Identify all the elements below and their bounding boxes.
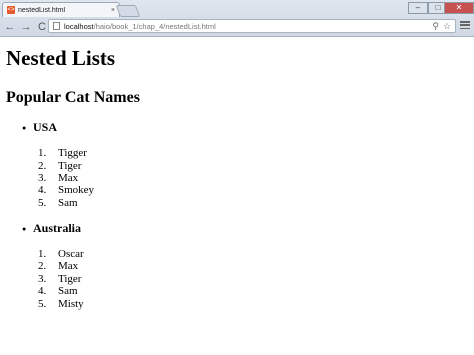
list-item: 2. Max bbox=[38, 261, 78, 272]
hamburger-menu-icon[interactable] bbox=[460, 20, 470, 30]
reload-icon[interactable]: C bbox=[35, 20, 49, 34]
browser-chrome: <> nestedList.html × – □ ✕ ← → C localho… bbox=[0, 0, 474, 37]
item-number: 5. bbox=[38, 298, 47, 310]
list-item: 5. Sam bbox=[38, 198, 78, 209]
list-item: 3. Max bbox=[38, 173, 78, 184]
browser-toolbar: ← → C localhost/haio/book_1/chap_4/neste… bbox=[0, 17, 474, 36]
item-number: 4. bbox=[38, 184, 47, 196]
list-item: 3. Tiger bbox=[38, 274, 81, 285]
list-item: 2. Tiger bbox=[38, 161, 81, 172]
html-file-icon: <> bbox=[7, 6, 15, 14]
item-name: Smokey bbox=[58, 184, 95, 196]
list-item: 5. Misty bbox=[38, 299, 84, 310]
list-bullet: ● bbox=[22, 124, 27, 132]
item-number: 5. bbox=[38, 197, 47, 209]
zoom-icon[interactable]: ⚲ bbox=[432, 21, 439, 32]
item-number: 2. bbox=[38, 160, 47, 172]
page-subtitle: Popular Cat Names bbox=[6, 89, 140, 106]
page-title: Nested Lists bbox=[6, 46, 116, 70]
new-tab-button[interactable] bbox=[115, 5, 141, 17]
forward-arrow-icon[interactable]: → bbox=[19, 20, 33, 34]
item-name: Sam bbox=[58, 197, 78, 209]
minimize-button[interactable]: – bbox=[408, 2, 428, 14]
page-icon bbox=[53, 22, 60, 30]
list-item: 4. Sam bbox=[38, 286, 78, 297]
item-number: 1. bbox=[38, 147, 47, 159]
bookmark-star-icon[interactable]: ☆ bbox=[443, 21, 451, 32]
country-heading-australia: Australia bbox=[33, 221, 81, 235]
list-bullet: ● bbox=[22, 225, 27, 233]
url-host: localhost bbox=[64, 21, 94, 31]
list-item: 1. Oscar bbox=[38, 249, 84, 260]
list-item: 4. Smokey bbox=[38, 185, 94, 196]
tab-title: nestedList.html bbox=[18, 6, 66, 14]
close-tab-icon[interactable]: × bbox=[111, 7, 115, 14]
item-number: 4. bbox=[38, 285, 47, 297]
list-item: 1. Tigger bbox=[38, 148, 87, 159]
item-name: Tiger bbox=[58, 160, 82, 172]
item-name: Sam bbox=[58, 285, 78, 297]
item-name: Max bbox=[58, 172, 79, 184]
item-number: 1. bbox=[38, 248, 47, 260]
back-arrow-icon[interactable]: ← bbox=[3, 20, 17, 34]
item-number: 3. bbox=[38, 273, 47, 285]
item-name: Tigger bbox=[58, 147, 87, 159]
item-name: Max bbox=[58, 260, 79, 272]
url-path: /haio/book_1/chap_4/nestedList.html bbox=[93, 21, 216, 31]
country-heading-usa: USA bbox=[33, 120, 58, 134]
url-text[interactable]: localhost/haio/book_1/chap_4/nestedList.… bbox=[64, 22, 428, 31]
browser-tab[interactable]: <> nestedList.html × bbox=[2, 2, 120, 17]
address-bar[interactable]: localhost/haio/book_1/chap_4/nestedList.… bbox=[48, 19, 456, 33]
page-content: Nested Lists Popular Cat Names ● USA 1. T… bbox=[0, 37, 474, 355]
window-close-button[interactable]: ✕ bbox=[444, 2, 474, 14]
item-name: Oscar bbox=[58, 248, 84, 260]
item-name: Misty bbox=[58, 298, 84, 310]
item-name: Tiger bbox=[58, 273, 82, 285]
item-number: 2. bbox=[38, 260, 47, 272]
item-number: 3. bbox=[38, 172, 47, 184]
